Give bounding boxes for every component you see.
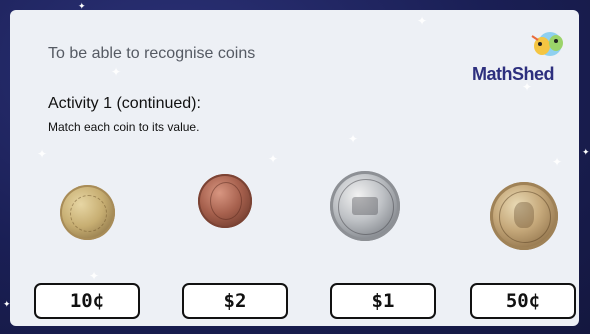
learning-objective: To be able to recognise coins bbox=[48, 45, 256, 62]
logo-text: MathShed bbox=[472, 64, 555, 84]
slide-frame: ✦ ✦ ✦ ✦ ✦ ✦ ✦ ✦ ✦ ✦ ✦ To be able to reco… bbox=[0, 0, 590, 334]
star-icon: ✦ bbox=[348, 132, 359, 146]
coin-1-dollar[interactable] bbox=[490, 182, 558, 250]
star-icon: ✦ bbox=[89, 269, 100, 283]
value-box-1-dollar[interactable]: $1 bbox=[330, 283, 436, 319]
star-icon: ✦ bbox=[37, 147, 48, 161]
slide-panel: ✦ ✦ ✦ ✦ ✦ ✦ ✦ ✦ To be able to recognise … bbox=[10, 10, 579, 326]
coin-2-dollar[interactable] bbox=[198, 174, 252, 228]
coin-10c[interactable] bbox=[60, 185, 115, 240]
star-icon: ✦ bbox=[268, 152, 279, 166]
star-icon: ✦ bbox=[417, 14, 428, 28]
star-icon: ✦ bbox=[582, 147, 590, 157]
star-icon: ✦ bbox=[552, 155, 563, 169]
activity-title: Activity 1 (continued): bbox=[48, 95, 201, 112]
coin-50c[interactable] bbox=[330, 171, 400, 241]
mascot-icon bbox=[531, 32, 563, 56]
value-box-10c[interactable]: 10¢ bbox=[34, 283, 140, 319]
activity-instruction: Match each coin to its value. bbox=[48, 120, 200, 134]
value-box-50c[interactable]: 50¢ bbox=[470, 283, 576, 319]
value-box-2-dollar[interactable]: $2 bbox=[182, 283, 288, 319]
mathshed-logo: MathShed bbox=[472, 26, 572, 86]
star-icon: ✦ bbox=[111, 65, 122, 79]
